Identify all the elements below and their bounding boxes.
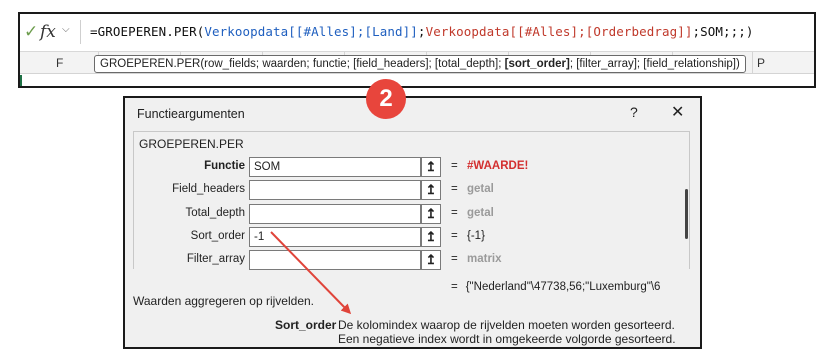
annotation-arrow xyxy=(270,231,352,315)
arrow-line xyxy=(270,231,352,315)
